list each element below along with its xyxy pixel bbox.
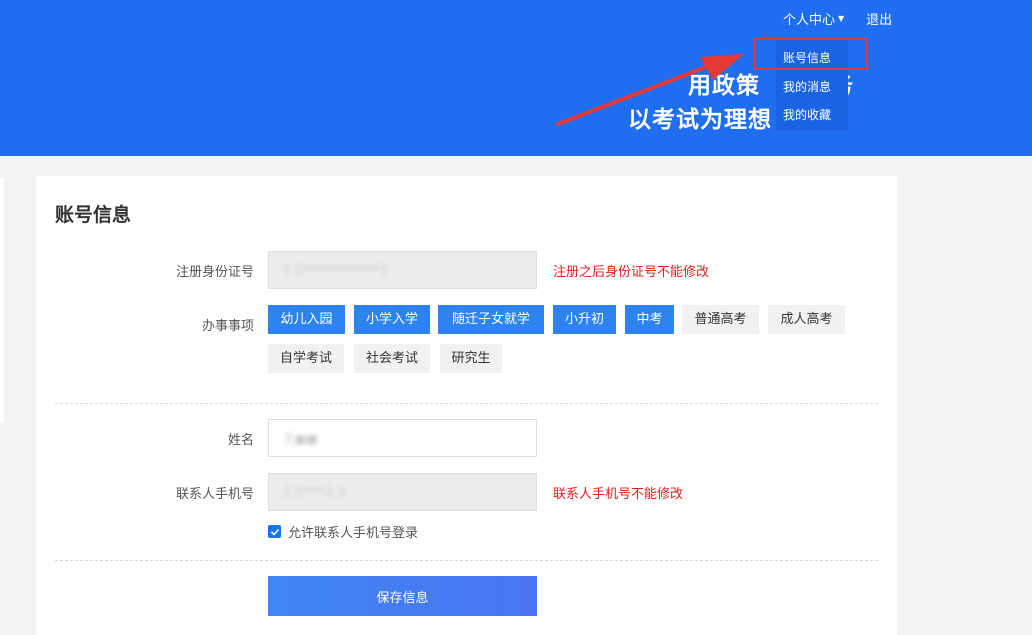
check-icon [270, 528, 279, 536]
dropdown-item-my-favorites[interactable]: 我的收藏 [783, 106, 831, 123]
personal-center-menu[interactable]: 个人中心 ▼ [783, 9, 844, 28]
tag-primary-school[interactable]: 小学入学 [354, 305, 430, 334]
allow-phone-login-label: 允许联系人手机号登录 [288, 526, 419, 541]
name-value: 王■■ [283, 431, 318, 446]
id-number-value: 3 1*************2 [283, 263, 388, 277]
id-number-field: 3 1*************2 [268, 251, 537, 289]
left-panel-edge [0, 178, 4, 423]
caret-down-icon: ▼ [838, 14, 845, 23]
name-input[interactable]: 王■■ [268, 419, 537, 457]
phone-value: 1 3****2 3 [283, 485, 346, 499]
allow-phone-login-checkbox[interactable] [268, 525, 281, 538]
tag-gaokao[interactable]: 普通高考 [682, 305, 759, 334]
tag-social-exam[interactable]: 社会考试 [354, 344, 430, 373]
logout-link[interactable]: 退出 [866, 9, 892, 28]
top-nav: 个人中心 ▼ 退出 [783, 9, 892, 28]
dropdown-item-my-messages[interactable]: 我的消息 [783, 78, 831, 95]
id-number-label: 注册身份证号 [175, 265, 254, 280]
tag-migrant-children[interactable]: 随迁子女就学 [438, 305, 544, 334]
phone-field: 1 3****2 3 [268, 473, 537, 511]
annotation-highlight-box [754, 38, 868, 70]
tag-primary-to-middle[interactable]: 小升初 [553, 305, 616, 334]
account-info-card: 账号信息 注册身份证号 3 1*************2 注册之后身份证号不能… [36, 176, 897, 635]
tag-adult-gaokao[interactable]: 成人高考 [768, 305, 845, 334]
phone-label: 联系人手机号 [175, 487, 254, 502]
id-number-note: 注册之后身份证号不能修改 [553, 265, 710, 280]
save-button[interactable]: 保存信息 [268, 576, 537, 616]
slogan-line-1-text: 用政策 [688, 72, 760, 99]
tag-zhongkao[interactable]: 中考 [625, 305, 674, 334]
tag-self-study-exam[interactable]: 自学考试 [268, 344, 344, 373]
personal-center-label: 个人中心 [783, 13, 836, 28]
page-title: 账号信息 [55, 204, 132, 226]
tag-kindergarten[interactable]: 幼儿入园 [268, 305, 345, 334]
name-label: 姓名 [227, 433, 254, 448]
tag-graduate[interactable]: 研究生 [440, 344, 502, 373]
slogan-line-2: 以考试为理想 [628, 106, 772, 133]
phone-note: 联系人手机号不能修改 [553, 487, 684, 502]
allow-phone-login-row: 允许联系人手机号登录 [268, 522, 418, 541]
divider [55, 560, 878, 561]
divider [55, 403, 878, 404]
business-label: 办事事项 [201, 319, 254, 334]
